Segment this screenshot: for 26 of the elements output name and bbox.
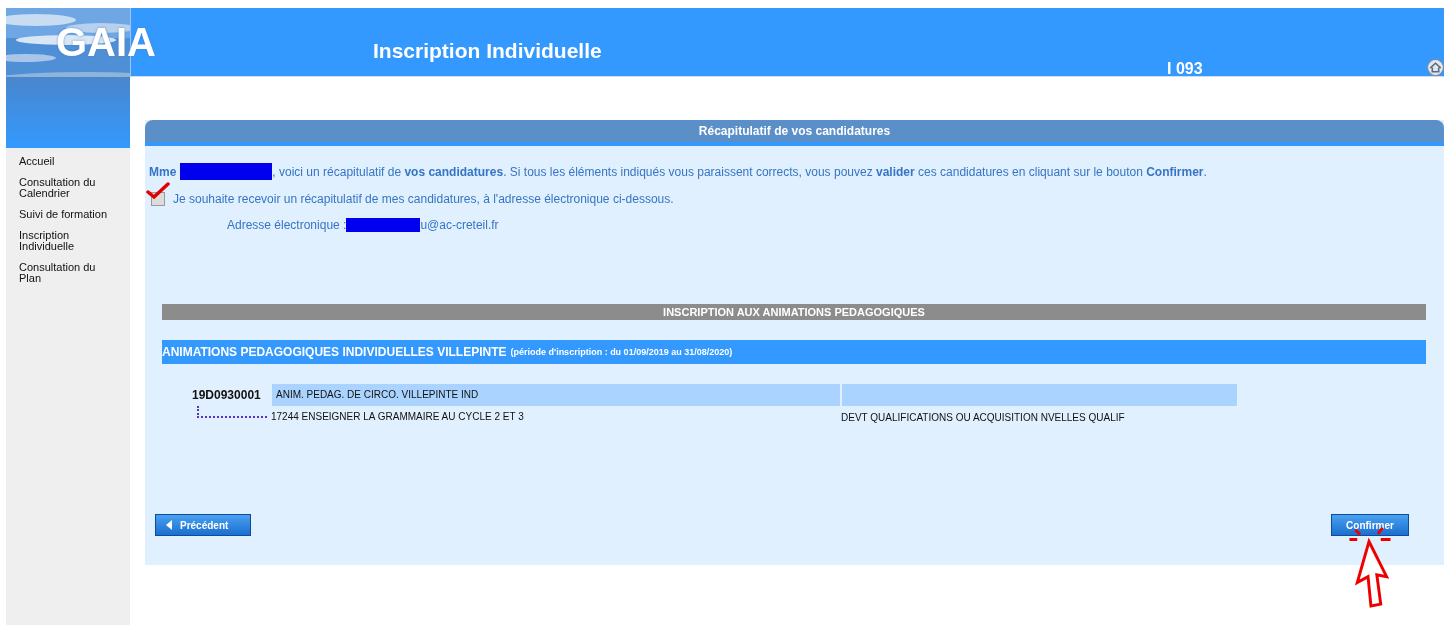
previous-button[interactable]: Précédent [155,514,251,536]
logo: GAIA [56,22,156,62]
email-label: Adresse électronique : [227,218,347,232]
sidebar-item[interactable]: Inscription Individuelle [6,230,130,252]
group-period: (période d'inscription : du 01/09/2019 au 31/08/2020) [510,347,733,357]
intro-text: , voici un récapitulatif de vos candidatures. Si tous les éléments indiqués vous paraissent corrects, vous pouvez valider ces candidatures en cliquant sur le bouton Confirmer. [272,164,1207,179]
confirm-button[interactable]: Confirmer [1331,514,1409,536]
table-cell: 19D0930001 [187,384,272,406]
table-cell-text: DEVT QUALIFICATIONS OU ACQUISITION NVELLES QUALIF [840,411,1126,423]
email-value: u@ac-creteil.fr [420,218,499,232]
tree-connector [197,406,267,418]
page-title: Inscription Individuelle [373,39,602,63]
panel-title-bar: Récapitulatif de vos candidatures [145,120,1444,146]
site-code: I 093 [1167,60,1203,78]
greeting: Mme [149,164,177,179]
sidebar-item[interactable]: Accueil [6,156,130,167]
group-title: ANIMATIONS PEDAGOGIQUES INDIVIDUELLES VILLEPINTE [162,345,507,359]
left-arrow-icon [166,520,172,530]
section-header: INSCRIPTION AUX ANIMATIONS PEDAGOGIQUES [162,304,1426,320]
checkbox-label: Je souhaite recevoir un récapitulatif de mes candidatures, à l'adresse électronique ci-dessous. [173,192,674,206]
sidebar-item[interactable]: Consultation du Calendrier [6,177,130,199]
home-icon[interactable] [1427,59,1444,76]
table-cell-text: 17244 ENSEIGNER LA GRAMMAIRE AU CYCLE 2 ET 3 [270,410,525,424]
table-cell: ANIM. PEDAG. DE CIRCO. VILLEPINTE IND [272,384,842,406]
sidebar-item[interactable]: Suivi de formation [6,209,130,220]
sidebar-item[interactable]: Consultation du Plan [6,262,130,284]
